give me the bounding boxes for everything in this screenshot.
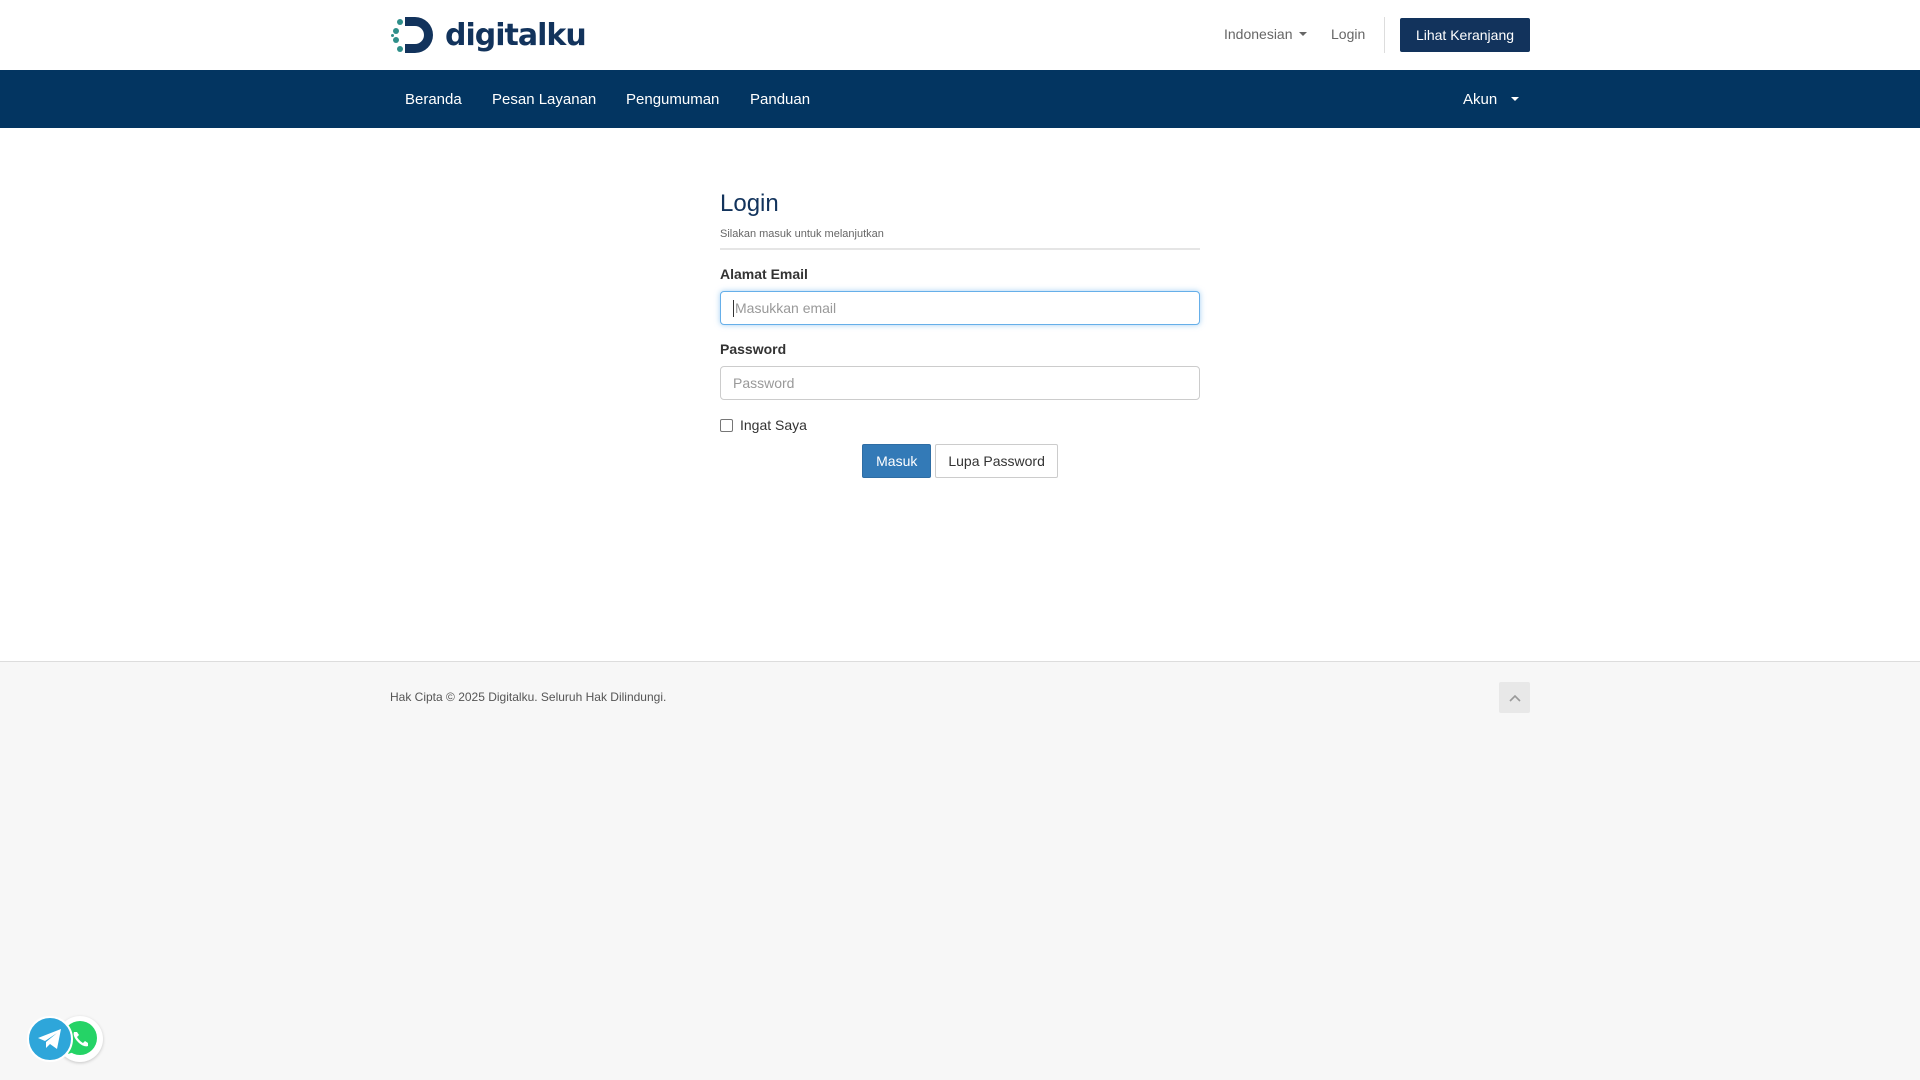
nav-item-beranda[interactable]: Beranda bbox=[405, 70, 462, 128]
footer-divider bbox=[0, 661, 1920, 662]
login-form: Login Silakan masuk untuk melanjutkan Al… bbox=[720, 190, 1200, 478]
chevron-up-icon bbox=[1508, 694, 1521, 702]
logo[interactable]: digitalku bbox=[391, 14, 587, 56]
login-submit-button[interactable]: Masuk bbox=[862, 444, 932, 478]
logo-mark-icon bbox=[391, 17, 433, 53]
main-navbar: Beranda Pesan Layanan Pengumuman Panduan… bbox=[0, 70, 1920, 128]
view-cart-button[interactable]: Lihat Keranjang bbox=[1400, 18, 1530, 52]
text-cursor bbox=[733, 299, 734, 317]
telegram-icon bbox=[38, 1029, 61, 1049]
page-title: Login bbox=[720, 190, 779, 217]
language-dropdown[interactable]: Indonesian bbox=[1224, 26, 1307, 42]
page-subtitle: Silakan masuk untuk melanjutkan bbox=[720, 228, 884, 240]
remember-me-label[interactable]: Ingat Saya bbox=[740, 417, 807, 433]
telegram-button[interactable] bbox=[27, 1016, 73, 1062]
main-content: Login Silakan masuk untuk melanjutkan Al… bbox=[0, 128, 1920, 661]
nav-account-label: Akun bbox=[1463, 90, 1498, 108]
password-label: Password bbox=[720, 341, 787, 357]
email-label: Alamat Email bbox=[720, 266, 808, 282]
top-header: digitalku Indonesian Login Lihat Keranja… bbox=[0, 0, 1920, 70]
email-field[interactable]: Masukkan email bbox=[720, 291, 1200, 325]
password-placeholder: Password bbox=[733, 375, 795, 391]
logo-text: digitalku bbox=[445, 17, 587, 53]
header-divider bbox=[1384, 17, 1385, 53]
title-divider bbox=[720, 248, 1200, 250]
footer-copyright: Hak Cipta © 2025 Digitalku. Seluruh Hak … bbox=[390, 690, 667, 704]
nav-account-dropdown[interactable]: Akun bbox=[1463, 70, 1520, 128]
form-actions: Masuk Lupa Password bbox=[720, 444, 1200, 478]
language-label: Indonesian bbox=[1224, 26, 1293, 42]
remember-me-row: Ingat Saya bbox=[720, 417, 1200, 433]
nav-item-pesan-layanan[interactable]: Pesan Layanan bbox=[492, 70, 596, 128]
caret-down-icon bbox=[1298, 32, 1307, 36]
nav-item-pengumuman[interactable]: Pengumuman bbox=[626, 70, 719, 128]
remember-me-checkbox[interactable] bbox=[720, 418, 733, 432]
back-to-top-button[interactable] bbox=[1499, 682, 1530, 713]
nav-item-panduan[interactable]: Panduan bbox=[750, 70, 810, 128]
email-placeholder: Masukkan email bbox=[735, 300, 837, 316]
header-login-link[interactable]: Login bbox=[1331, 26, 1365, 42]
caret-down-icon bbox=[1511, 97, 1520, 101]
password-field[interactable]: Password bbox=[720, 366, 1200, 400]
forgot-password-button[interactable]: Lupa Password bbox=[935, 444, 1058, 478]
